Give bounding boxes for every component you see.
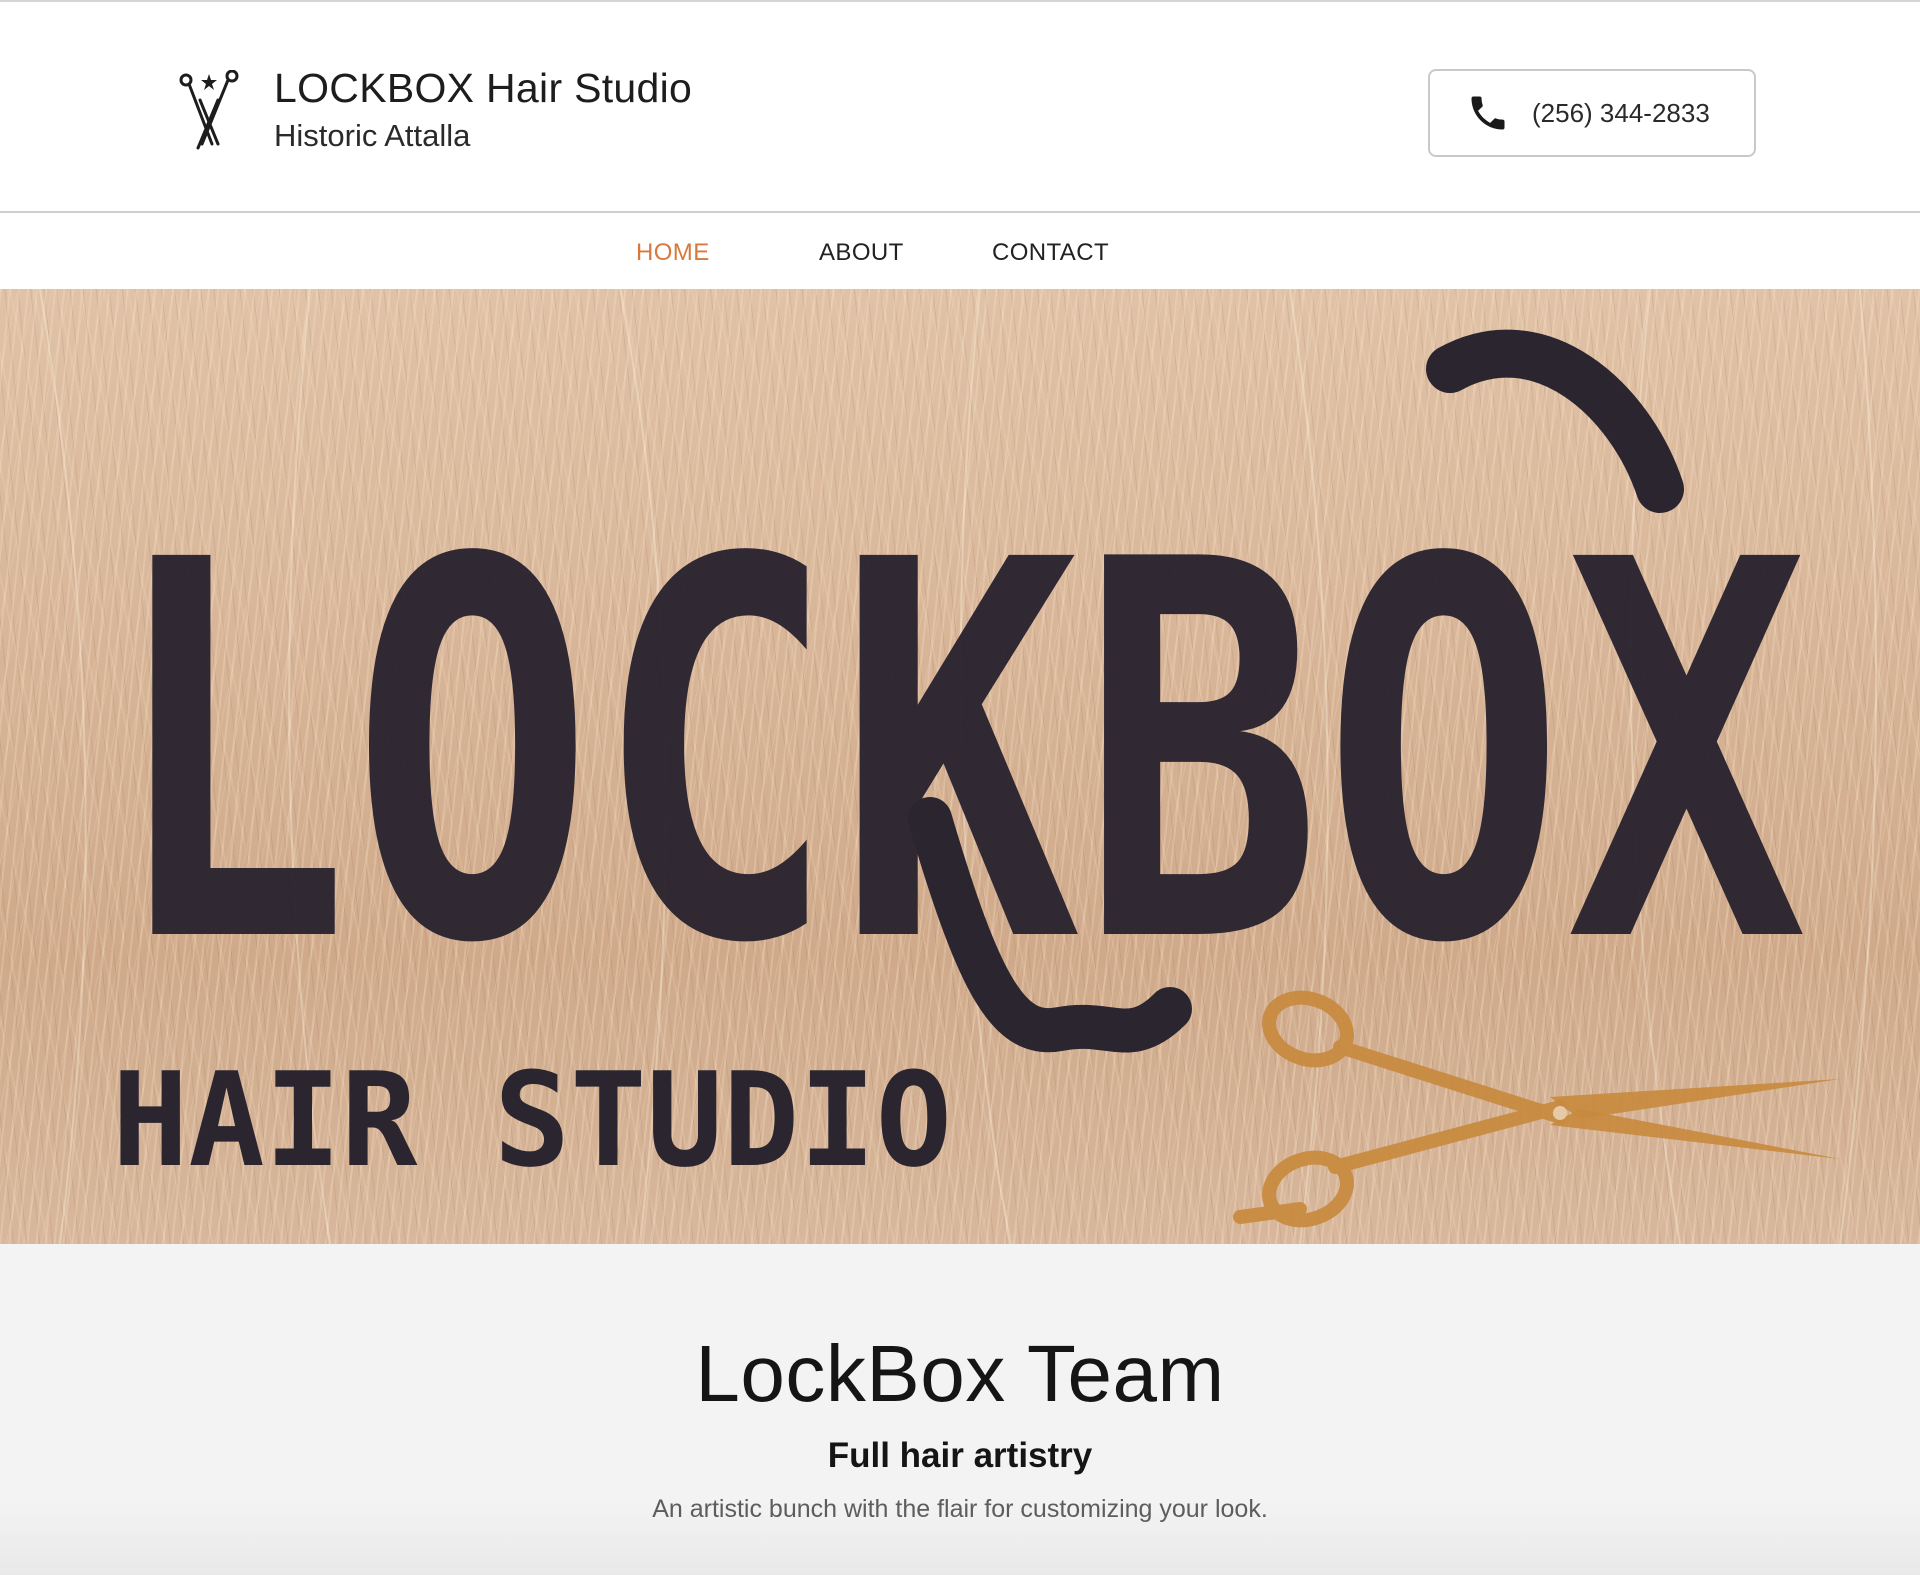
team-description: An artistic bunch with the flair for cus… [652,1495,1268,1523]
nav-item-about[interactable]: ABOUT [819,239,904,267]
nav-item-home[interactable]: HOME [636,239,710,267]
brand[interactable]: LOCKBOX Hair Studio Historic Attalla [178,64,692,156]
brand-tagline: Historic Attalla [274,118,471,153]
phone-number: (256) 344-2833 [1532,97,1710,128]
scissors-blade [1550,1109,1840,1159]
hero-banner: LOCKBOX HAIR STUDIO [0,289,1920,1244]
main-nav: HOME ABOUT CONTACT [0,215,1920,289]
team-subtitle: Full hair artistry [827,1436,1093,1475]
team-title: LockBox Team [695,1329,1225,1418]
phone-icon [1471,96,1505,130]
scissors-logo-icon [179,70,239,150]
brand-name[interactable]: LOCKBOX Hair Studio [274,64,692,112]
nav-item-contact[interactable]: CONTACT [992,239,1109,267]
phone-button[interactable]: (256) 344-2833 [1428,69,1756,157]
team-section: LockBox Team Full hair artistry An artis… [0,1244,1920,1575]
hero-logo-subtitle: HAIR STUDIO [112,1044,952,1196]
site-header: LOCKBOX Hair Studio Historic Attalla (25… [0,2,1920,213]
hero-logo-artwork: LOCKBOX HAIR STUDIO [39,289,1877,1244]
